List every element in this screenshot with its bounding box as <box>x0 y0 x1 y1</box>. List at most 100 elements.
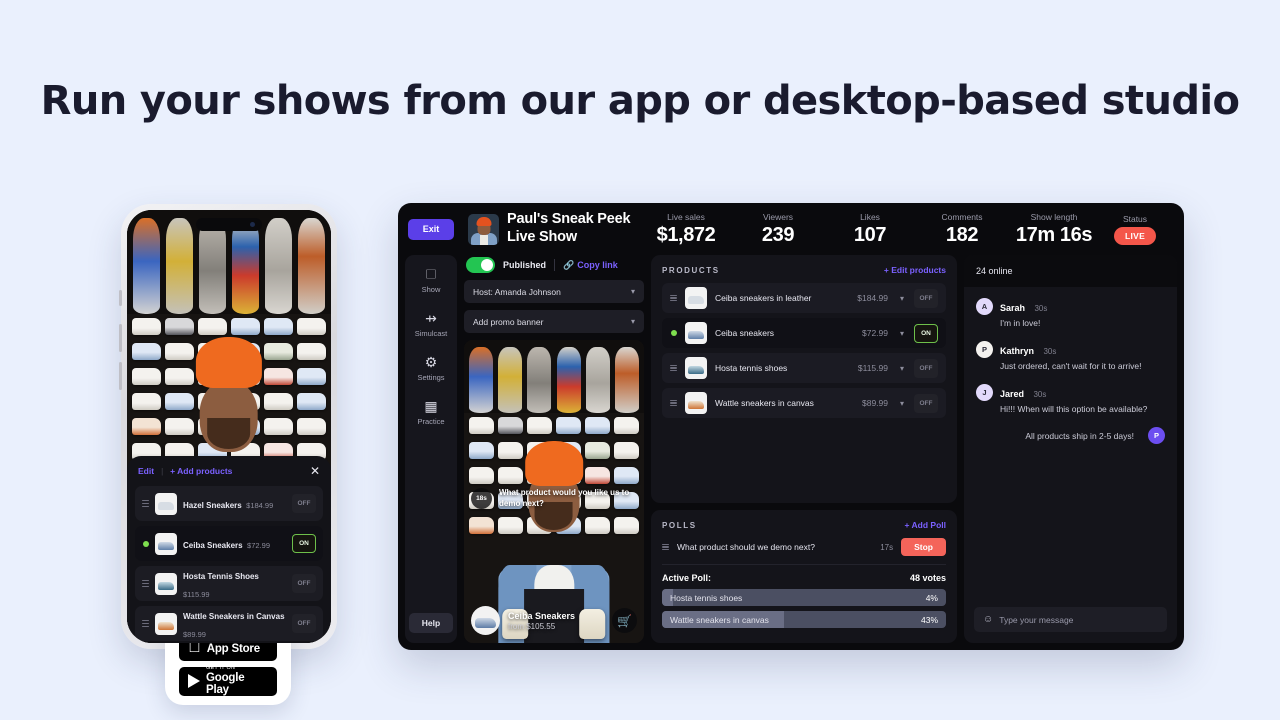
product-name: Hosta Tennis Shoes <box>183 571 259 581</box>
drag-handle-icon[interactable] <box>142 500 149 507</box>
table-row[interactable]: Wattle sneakers in canvas $89.99 ▾ OFF <box>662 388 946 418</box>
drag-handle-icon[interactable] <box>670 294 677 302</box>
close-icon[interactable]: ✕ <box>310 465 320 477</box>
promo-banner-value: Add promo banner <box>473 316 544 327</box>
page-title: Paul's Sneak Peek Live Show <box>507 211 631 246</box>
drag-handle-icon[interactable] <box>662 543 669 551</box>
phone-notch <box>196 218 262 231</box>
list-item: J Jared 30s Hi!!! When will this option … <box>976 384 1165 415</box>
active-dot-icon <box>142 540 149 547</box>
google-play-badge[interactable]: GET IT ON Google Play <box>179 665 277 696</box>
sidebar-item-settings[interactable]: ⚙ Settings <box>405 355 457 382</box>
sidebar-item-simulcast[interactable]: ⇸ Simulcast <box>405 311 457 338</box>
drag-handle-icon[interactable] <box>142 580 149 587</box>
published-toggle[interactable] <box>466 257 495 273</box>
table-row[interactable]: Ceiba sneakers $72.99 ▾ ON <box>662 318 946 348</box>
product-price: $89.99 <box>861 398 888 408</box>
divider <box>554 259 556 271</box>
product-thumbnail <box>155 572 177 595</box>
chat-user-name: Sarah <box>1000 303 1026 313</box>
products-panel-header: PRODUCTS + Edit products <box>662 265 946 275</box>
product-name: Ceiba sneakers in leather <box>715 293 812 303</box>
host-select[interactable]: Host: Amanda Johnson ▾ <box>464 280 644 303</box>
product-toggle[interactable]: OFF <box>292 574 316 593</box>
product-toggle[interactable]: ON <box>292 534 316 553</box>
phone-separator: | <box>161 466 164 476</box>
poll-option-label: Hosta tennis shoes <box>670 592 743 603</box>
list-item[interactable]: Hosta Tennis Shoes $115.99 OFF <box>135 566 323 601</box>
product-toggle[interactable]: OFF <box>914 288 938 308</box>
product-toggle[interactable]: OFF <box>914 358 938 378</box>
chat-message-meta: Jared 30s <box>1000 384 1147 402</box>
chat-user-name: Jared <box>1000 389 1025 400</box>
live-video-preview[interactable]: 18s What product would you like us to de… <box>464 340 644 643</box>
stat-value: 17m 16s <box>1015 223 1093 246</box>
phone-edit-link[interactable]: Edit <box>138 466 154 476</box>
show-icon: 🗆 <box>425 266 437 282</box>
avatar: P <box>976 341 993 359</box>
add-poll-button[interactable]: + Add Poll <box>905 520 946 530</box>
promo-banner-select[interactable]: Add promo banner ▾ <box>464 310 644 333</box>
product-name: Ceiba Sneakers <box>183 540 243 550</box>
poll-option-percent: 43% <box>920 614 938 625</box>
studio-sidebar: 🗆 Show ⇸ Simulcast ⚙ Settings ▦ Practice… <box>405 255 457 643</box>
drag-handle-icon[interactable] <box>670 399 677 407</box>
emoji-icon[interactable]: ☺ <box>983 614 993 625</box>
chat-online-count: 24 online <box>964 255 1177 287</box>
edit-products-button[interactable]: + Edit products <box>884 265 946 275</box>
product-toggle[interactable]: OFF <box>292 494 316 513</box>
avatar: P <box>1148 427 1165 445</box>
chat-message-meta: Sarah 30s <box>1000 298 1047 316</box>
chat-message-body: Kathryn 30s Just ordered, can't wait for… <box>1000 341 1141 372</box>
poll-overlay: 18s What product would you like us to de… <box>471 488 637 510</box>
google-play-large-label: Google Play <box>206 671 245 696</box>
product-toggle[interactable]: OFF <box>292 614 316 633</box>
drag-handle-icon[interactable] <box>670 364 677 372</box>
list-item[interactable]: Wattle Sneakers in Canvas $89.99 OFF <box>135 606 323 641</box>
product-thumbnail <box>685 392 707 414</box>
product-price: from $105.55 <box>508 621 556 631</box>
chat-message-list: A Sarah 30s I'm in love! P Kathryn 30s J… <box>964 287 1177 607</box>
chat-message-text: Just ordered, can't wait for it to arriv… <box>1000 361 1142 372</box>
list-item[interactable]: Ceiba Sneakers $72.99 ON <box>135 526 323 561</box>
chat-message-text: All products ship in 2-5 days! <box>1025 430 1134 441</box>
chevron-down-icon[interactable]: ▾ <box>900 364 904 373</box>
chat-input[interactable]: ☺ Type your message <box>974 607 1167 632</box>
copy-link-button[interactable]: 🔗 Copy link <box>563 260 618 271</box>
simulcast-icon: ⇸ <box>425 310 437 326</box>
sidebar-item-show[interactable]: 🗆 Show <box>405 267 457 294</box>
host-select-value: Host: Amanda Johnson <box>473 286 561 297</box>
phone-add-products-link[interactable]: + Add products <box>170 466 232 476</box>
table-row[interactable]: Hosta tennis shoes $115.99 ▾ OFF <box>662 353 946 383</box>
stat-comments: Comments 182 <box>916 212 1008 247</box>
product-price: $184.99 <box>857 293 888 303</box>
help-button[interactable]: Help <box>408 613 454 633</box>
chevron-down-icon: ▾ <box>630 317 635 326</box>
stat-value: $1,872 <box>656 223 716 246</box>
chevron-down-icon[interactable]: ▾ <box>900 329 904 338</box>
product-toggle[interactable]: ON <box>914 323 938 343</box>
practice-icon: ▦ <box>424 398 438 414</box>
studio-body: 🗆 Show ⇸ Simulcast ⚙ Settings ▦ Practice… <box>398 255 1184 650</box>
cart-icon[interactable]: 🛒 <box>612 608 637 633</box>
product-name: Ceiba Sneakers <box>508 610 576 621</box>
chat-timestamp: 30s <box>1034 304 1048 313</box>
google-play-icon <box>188 674 200 688</box>
product-info: Hosta Tennis Shoes $115.99 <box>183 566 286 602</box>
stat-label: Live sales <box>667 211 705 222</box>
stat-label: Status <box>1122 213 1148 224</box>
product-toggle[interactable]: OFF <box>914 393 938 413</box>
product-overlay-card[interactable]: Ceiba Sneakers from $105.55 🛒 <box>471 606 637 635</box>
drag-handle-icon[interactable] <box>142 620 149 627</box>
sidebar-item-practice[interactable]: ▦ Practice <box>405 399 457 426</box>
stop-poll-button[interactable]: Stop <box>901 538 946 556</box>
table-row[interactable]: Ceiba sneakers in leather $184.99 ▾ OFF <box>662 283 946 313</box>
stat-value: 239 <box>761 223 795 246</box>
poll-row: What product should we demo next? 17s St… <box>662 538 946 565</box>
list-item[interactable]: Hazel Sneakers $184.99 OFF <box>135 486 323 521</box>
chevron-down-icon[interactable]: ▾ <box>900 294 904 303</box>
active-dot-icon <box>670 330 677 336</box>
page-headline: Run your shows from our app or desktop-b… <box>40 78 1240 124</box>
exit-button[interactable]: Exit <box>408 218 454 240</box>
chevron-down-icon[interactable]: ▾ <box>900 399 904 408</box>
